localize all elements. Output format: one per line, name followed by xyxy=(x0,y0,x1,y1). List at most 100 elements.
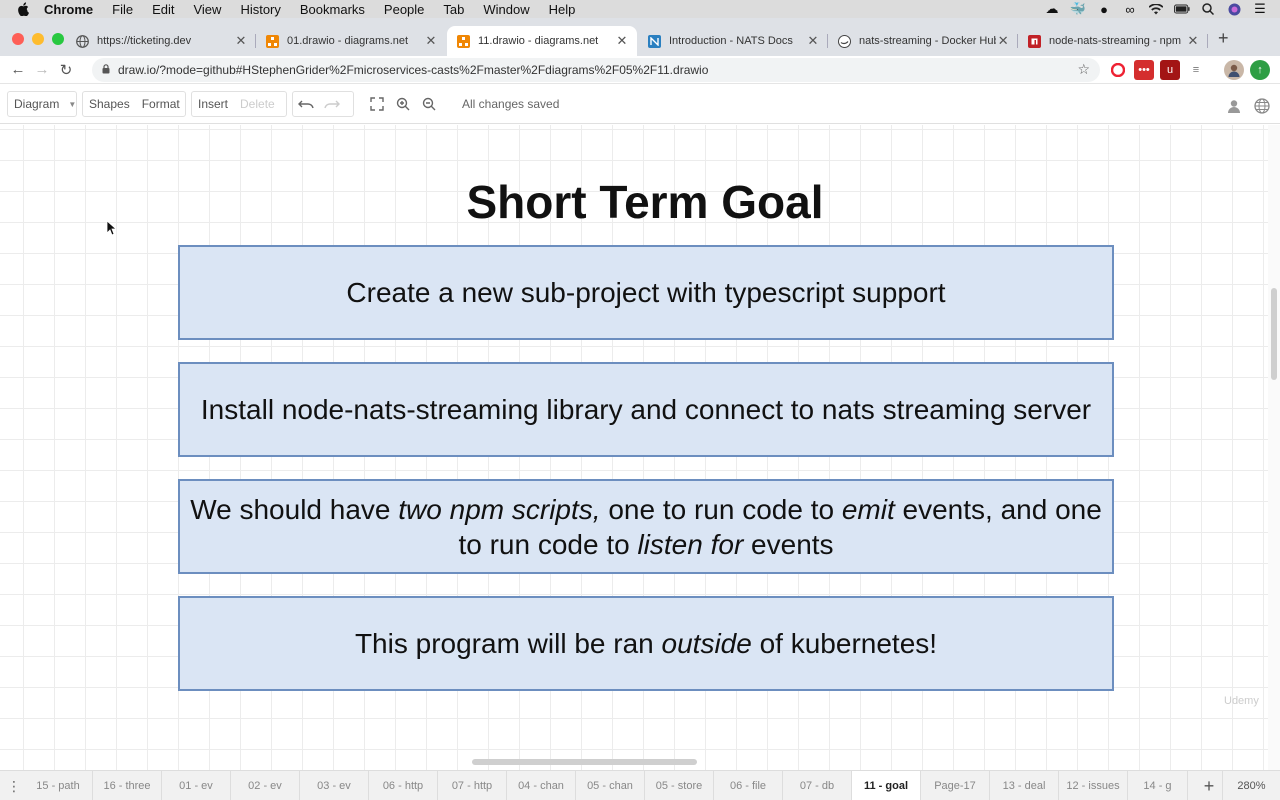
docker-whale-icon[interactable]: 🐳 xyxy=(1070,1,1086,16)
horizontal-scrollbar[interactable] xyxy=(472,759,697,765)
tab-11-drawio[interactable]: 11.drawio - diagrams.net ✕ xyxy=(447,26,637,56)
avatar[interactable] xyxy=(1224,60,1244,80)
omnibox[interactable]: draw.io/?mode=github#HStephenGrider%2Fmi… xyxy=(92,58,1100,82)
spotlight-search-icon[interactable] xyxy=(1200,2,1216,16)
minimize-window-button[interactable] xyxy=(32,33,44,45)
pages-menu-icon[interactable]: ⋮ xyxy=(4,777,24,795)
close-tab-icon[interactable]: ✕ xyxy=(996,33,1010,49)
page-tab[interactable]: 14 - g xyxy=(1128,771,1188,800)
shapes-button[interactable]: Shapes xyxy=(83,97,136,111)
bookmark-star-icon[interactable]: ☆ xyxy=(1077,61,1090,78)
back-button[interactable]: ← xyxy=(6,58,30,82)
tab-divider xyxy=(1207,34,1208,48)
maximize-window-button[interactable] xyxy=(52,33,64,45)
udemy-watermark: Udemy xyxy=(1224,695,1259,707)
view-group xyxy=(364,91,450,117)
menubar-status-icons: ☁ 🐳 ● ∞ ☰ xyxy=(1044,0,1268,18)
tab-npm[interactable]: node-nats-streaming - npm ✕ xyxy=(1018,26,1208,56)
glasses-icon[interactable]: ∞ xyxy=(1122,2,1138,17)
close-tab-icon[interactable]: ✕ xyxy=(615,33,629,49)
text-run: This program will be ran xyxy=(354,628,662,659)
page-tab[interactable]: 06 - http xyxy=(369,771,438,800)
battery-icon[interactable] xyxy=(1174,2,1190,16)
undo-icon[interactable] xyxy=(293,92,319,116)
tab-docker-hub[interactable]: nats-streaming - Docker Hub ✕ xyxy=(828,26,1018,56)
page-tab[interactable]: 05 - store xyxy=(645,771,714,800)
opera-icon[interactable] xyxy=(1108,60,1128,80)
address-bar-row: ← → ↻ draw.io/?mode=github#HStephenGride… xyxy=(0,56,1280,84)
page-tab[interactable]: 16 - three xyxy=(93,771,162,800)
menu-bookmarks[interactable]: Bookmarks xyxy=(300,2,365,17)
page-tab[interactable]: 07 - db xyxy=(783,771,852,800)
cloud-icon[interactable]: ☁ xyxy=(1044,1,1060,16)
siri-icon[interactable] xyxy=(1226,2,1242,16)
apple-icon[interactable] xyxy=(16,2,30,16)
redo-icon[interactable] xyxy=(319,92,345,116)
update-icon[interactable]: ↑ xyxy=(1250,60,1270,80)
wifi-icon[interactable] xyxy=(1148,2,1164,16)
lock-icon[interactable] xyxy=(102,63,110,77)
page-tab[interactable]: 11 - goal xyxy=(852,771,921,800)
reload-button[interactable]: ↻ xyxy=(54,58,78,82)
goal-box-3[interactable]: We should have two npm scripts, one to r… xyxy=(178,479,1114,574)
scrollbar-thumb[interactable] xyxy=(1271,288,1277,380)
add-page-button[interactable]: + xyxy=(1198,775,1220,797)
page-tab[interactable]: 02 - ev xyxy=(231,771,300,800)
delete-button[interactable]: Delete xyxy=(234,97,281,111)
page-tab[interactable]: 04 - chan xyxy=(507,771,576,800)
outline-icon[interactable]: ≡ xyxy=(1186,60,1206,80)
page-tab[interactable]: 15 - path xyxy=(24,771,93,800)
text-run: We should have xyxy=(190,493,399,525)
menu-help[interactable]: Help xyxy=(549,2,576,17)
ublock-icon[interactable]: u xyxy=(1160,60,1180,80)
menu-edit[interactable]: Edit xyxy=(152,2,174,17)
menu-window[interactable]: Window xyxy=(483,2,529,17)
menu-history[interactable]: History xyxy=(240,2,280,17)
tab-01-drawio[interactable]: 01.drawio - diagrams.net ✕ xyxy=(256,26,446,56)
close-tab-icon[interactable]: ✕ xyxy=(234,33,248,49)
page-tab[interactable]: 03 - ev xyxy=(300,771,369,800)
diagram-menu[interactable]: Diagram ▼ xyxy=(7,91,77,117)
notification-center-icon[interactable]: ☰ xyxy=(1252,1,1268,16)
user-icon[interactable] xyxy=(1224,94,1244,118)
record-icon[interactable]: ● xyxy=(1096,2,1112,17)
vertical-scrollbar[interactable] xyxy=(1268,125,1280,770)
close-tab-icon[interactable]: ✕ xyxy=(806,33,820,49)
extensions-area: ••• u ≡ ↑ xyxy=(1108,60,1270,80)
zoom-out-icon[interactable] xyxy=(416,92,442,116)
lastpass-icon[interactable]: ••• xyxy=(1134,60,1154,80)
close-window-button[interactable] xyxy=(12,33,24,45)
page-tab[interactable]: 06 - file xyxy=(714,771,783,800)
page-tab[interactable]: 13 - deal xyxy=(990,771,1059,800)
zoom-level[interactable]: 280% xyxy=(1222,771,1280,800)
page-tab[interactable]: 01 - ev xyxy=(162,771,231,800)
page-tab[interactable]: Page-17 xyxy=(921,771,990,800)
insert-button[interactable]: Insert xyxy=(192,97,234,111)
tab-ticketing[interactable]: https://ticketing.dev ✕ xyxy=(66,26,256,56)
diagram-canvas[interactable]: Short Term Goal Create a new sub-project… xyxy=(0,125,1268,770)
page-tab[interactable]: 05 - chan xyxy=(576,771,645,800)
goal-box-4[interactable]: This program will be ran outside of kube… xyxy=(178,596,1114,691)
close-tab-icon[interactable]: ✕ xyxy=(424,33,438,49)
forward-button[interactable]: → xyxy=(30,58,54,82)
goal-box-1[interactable]: Create a new sub-project with typescript… xyxy=(178,245,1114,340)
diagram-button[interactable]: Diagram xyxy=(8,97,65,111)
format-button[interactable]: Format xyxy=(136,97,186,111)
fit-page-icon[interactable] xyxy=(364,92,390,116)
macos-menu-bar: Chrome File Edit View History Bookmarks … xyxy=(0,0,1280,18)
tab-nats-docs[interactable]: Introduction - NATS Docs ✕ xyxy=(638,26,828,56)
menu-view[interactable]: View xyxy=(193,2,221,17)
menu-tab[interactable]: Tab xyxy=(443,2,464,17)
menu-people[interactable]: People xyxy=(384,2,424,17)
zoom-in-icon[interactable] xyxy=(390,92,416,116)
close-tab-icon[interactable]: ✕ xyxy=(1186,33,1200,49)
goal-box-2[interactable]: Install node-nats-streaming library and … xyxy=(178,362,1114,457)
language-globe-icon[interactable] xyxy=(1252,94,1272,118)
page-tab[interactable]: 12 - issues xyxy=(1059,771,1128,800)
menu-file[interactable]: File xyxy=(112,2,133,17)
url-text[interactable]: draw.io/?mode=github#HStephenGrider%2Fmi… xyxy=(118,63,708,77)
menu-chrome[interactable]: Chrome xyxy=(44,2,93,17)
page-tab[interactable]: 07 - http xyxy=(438,771,507,800)
new-tab-button[interactable]: + xyxy=(1218,28,1229,49)
diagram-title[interactable]: Short Term Goal xyxy=(300,175,990,229)
